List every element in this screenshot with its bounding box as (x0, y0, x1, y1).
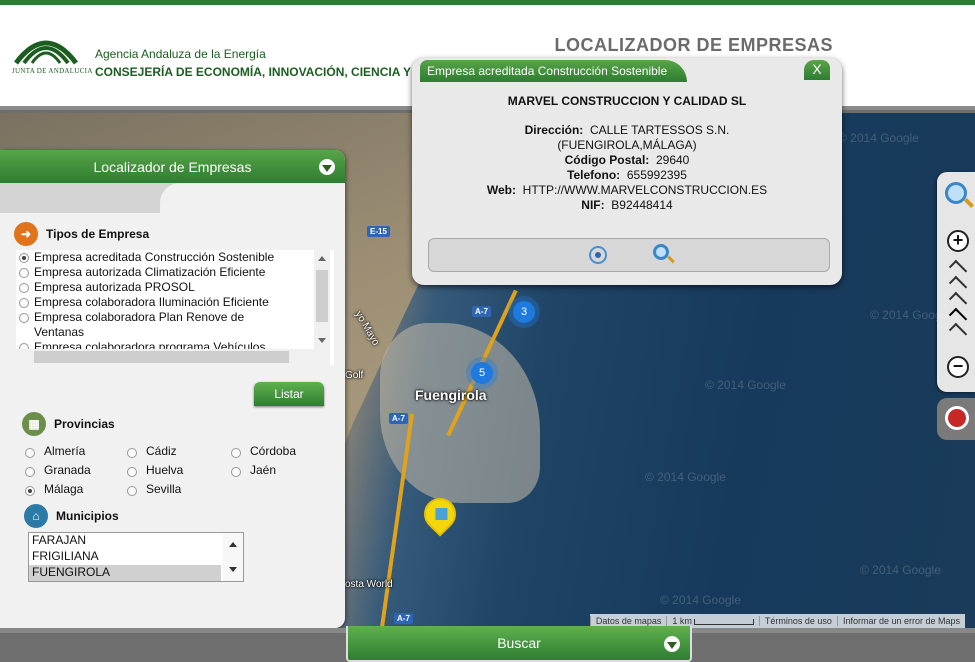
province-option[interactable]: Almería (22, 444, 85, 458)
map-scale: 1 km (666, 616, 759, 626)
map-toolbar: + − (937, 172, 975, 392)
type-radio-3[interactable] (19, 298, 29, 308)
locality-row: (FUENGIROLA,MÁLAGA) (557, 138, 697, 152)
municipios-list[interactable]: FARAJAN FRIGILIANA FUENGIROLA (28, 532, 244, 582)
tools-icon[interactable] (945, 406, 969, 430)
province-option[interactable]: Málaga (22, 482, 83, 496)
zoom-level-step[interactable] (948, 322, 968, 342)
municipio-item[interactable]: FRIGILIANA (29, 549, 221, 565)
company-name: MARVEL CONSTRUCCION Y CALIDAD SL (507, 94, 747, 108)
type-radio-4[interactable] (19, 313, 29, 323)
panel-tab (0, 183, 345, 213)
provinces-section-title: ▦ Provincias (22, 412, 115, 436)
types-horizontal-scrollbar[interactable] (16, 349, 314, 365)
types-section-title: ➜ Tipos de Empresa (14, 222, 149, 246)
province-option[interactable]: Córdoba (228, 444, 296, 458)
map-watermark: © 2014 Google (645, 470, 726, 484)
type-option[interactable]: Empresa autorizada Climatización Eficien… (16, 265, 316, 280)
province-radio-malaga[interactable] (25, 485, 35, 496)
municipios-section-title: ⌂ Municipios (24, 504, 119, 528)
province-radio-huelva[interactable] (127, 466, 137, 477)
panel-title: Localizador de Empresas (93, 158, 252, 175)
agency-name: Agencia Andaluza de la Energía (95, 47, 266, 61)
zoom-out-button[interactable]: − (947, 356, 969, 378)
municipio-item[interactable]: FARAJAN (29, 533, 221, 549)
address-row: Dirección: CALLE TARTESSOS S.N. (524, 123, 730, 137)
municipios-scrollbar[interactable] (223, 533, 243, 581)
postal-code-row: Código Postal: 29640 (564, 153, 690, 167)
tools-toggle[interactable] (937, 398, 975, 440)
map-label-city: Fuengirola (415, 387, 487, 403)
nif-row: NIF: B92448414 (581, 198, 673, 212)
consejeria-name: CONSEJERÍA DE ECONOMÍA, INNOVACIÓN, CIEN… (95, 65, 415, 79)
company-info-popup: Empresa acreditada Construcción Sostenib… (412, 58, 842, 285)
province-radio-granada[interactable] (25, 466, 35, 477)
search-icon[interactable] (945, 182, 967, 204)
road-shield: A-7 (472, 306, 491, 317)
municipality-icon: ⌂ (24, 504, 48, 528)
chevron-down-icon (664, 636, 680, 652)
popup-actions (428, 238, 830, 272)
web-row: Web: HTTP://WWW.MARVELCONSTRUCCION.ES (486, 183, 768, 197)
buscar-label: Buscar (497, 635, 541, 651)
province-option[interactable]: Jaén (228, 463, 276, 477)
center-map-icon[interactable] (589, 246, 607, 264)
type-option[interactable]: Empresa colaboradora Iluminación Eficien… (16, 295, 316, 310)
province-radio-cordoba[interactable] (231, 447, 241, 458)
zoom-in-button[interactable]: + (947, 230, 969, 252)
province-map-icon: ▦ (22, 412, 46, 436)
zoom-level-step-current[interactable] (948, 307, 968, 327)
zoom-level-step[interactable] (948, 291, 968, 311)
map-cluster-marker[interactable]: 5 (471, 362, 493, 384)
close-popup-button[interactable]: X (804, 60, 830, 80)
province-radio-almeria[interactable] (25, 447, 35, 458)
popup-header: Empresa acreditada Construcción Sostenib… (412, 58, 842, 83)
map-cluster-marker[interactable]: 3 (513, 301, 535, 323)
zoom-level-step[interactable] (948, 275, 968, 295)
report-error-link[interactable]: Informar de un error de Maps (836, 616, 965, 626)
type-radio-1[interactable] (19, 268, 29, 278)
page-title: LOCALIZADOR DE EMPRESAS (554, 35, 833, 55)
map-watermark: © 2014 Google (838, 131, 919, 145)
map-watermark: © 2014 Google (860, 563, 941, 577)
province-option[interactable]: Sevilla (124, 482, 181, 496)
province-radio-sevilla[interactable] (127, 485, 137, 496)
company-types-list[interactable]: Empresa acreditada Construcción Sostenib… (16, 250, 334, 365)
arrow-right-icon: ➜ (14, 222, 38, 246)
province-radio-cadiz[interactable] (127, 447, 137, 458)
map-label-golf: Golf (345, 370, 364, 381)
type-radio-2[interactable] (19, 283, 29, 293)
pin-icon (435, 508, 448, 520)
types-vertical-scrollbar[interactable] (314, 250, 330, 365)
province-option[interactable]: Granada (22, 463, 91, 477)
search-panel: Localizador de Empresas ➜ Tipos de Empre… (0, 150, 345, 628)
road-shield: A-7 (389, 413, 408, 424)
panel-header[interactable]: Localizador de Empresas (0, 150, 345, 183)
road-shield: A-7 (394, 613, 413, 624)
collapse-panel-button[interactable] (319, 159, 335, 175)
type-option[interactable]: Empresa acreditada Construcción Sostenib… (16, 250, 316, 265)
municipio-item[interactable]: FUENGIROLA (29, 565, 221, 581)
map-watermark: © 2014 Google (660, 593, 741, 607)
map-watermark: © 2014 Google (705, 378, 786, 392)
phone-row: Telefono: 655992395 (567, 168, 687, 182)
type-option[interactable]: Empresa colaboradora Plan Renove de Vent… (16, 310, 316, 340)
type-radio-0[interactable] (19, 253, 29, 263)
map-data-link[interactable]: Datos de mapas (589, 616, 667, 626)
zoom-to-icon[interactable] (653, 244, 669, 260)
popup-body: MARVEL CONSTRUCCION Y CALIDAD SL Direcci… (422, 88, 832, 238)
province-radio-jaen[interactable] (231, 466, 241, 477)
map-label-costa: osta World (345, 579, 393, 590)
terms-link[interactable]: Términos de uso (758, 616, 837, 626)
listar-button[interactable]: Listar (254, 382, 324, 406)
buscar-button[interactable]: Buscar (346, 626, 692, 662)
web-link[interactable]: HTTP://WWW.MARVELCONSTRUCCION.ES (523, 183, 767, 197)
province-option[interactable]: Cádiz (124, 444, 177, 458)
logo-text: JUNTA DE ANDALUCIA (12, 67, 93, 75)
province-option[interactable]: Huelva (124, 463, 183, 477)
zoom-level-step[interactable] (948, 259, 968, 279)
road-shield: E-15 (367, 226, 390, 237)
type-option[interactable]: Empresa autorizada PROSOL (16, 280, 316, 295)
popup-title: Empresa acreditada Construcción Sostenib… (420, 60, 688, 82)
